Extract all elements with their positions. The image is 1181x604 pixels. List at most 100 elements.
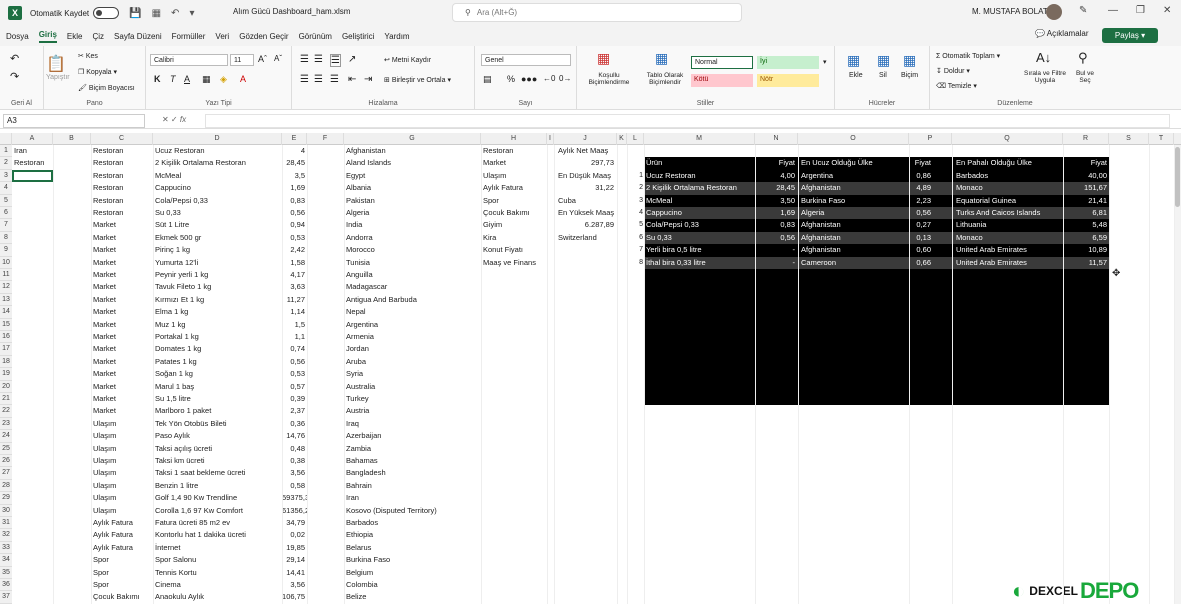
row-header-1[interactable]: 2 [0, 157, 12, 170]
dashboard-cell[interactable]: 40,00 [1063, 170, 1107, 182]
find-icon[interactable]: ⚲ [1078, 50, 1088, 66]
cell-price[interactable]: 0,56 [282, 207, 307, 219]
dashboard-cell[interactable]: 151,67 [1063, 182, 1107, 194]
scroll-thumb[interactable] [1175, 147, 1180, 207]
cell-price[interactable]: 3,63 [282, 281, 307, 293]
styles-more-icon[interactable]: ▾ [823, 58, 827, 66]
cell-item[interactable]: Cappucino [153, 182, 282, 194]
cell-item[interactable]: Tavuk Fileto 1 kg [153, 281, 282, 293]
align-right-icon[interactable]: ☰ [330, 74, 339, 85]
dashboard-cell[interactable]: 3,50 [755, 195, 795, 207]
dashboard-cell[interactable]: 1,69 [755, 207, 795, 219]
cell-country[interactable]: Morocco [344, 244, 481, 256]
cell-j2[interactable]: 297,73 [556, 157, 616, 169]
find-select-button[interactable]: Bul ve Seç [1072, 70, 1098, 84]
decrease-decimal-icon[interactable]: 0→ [559, 74, 571, 83]
row-header-5[interactable]: 6 [0, 207, 12, 220]
row-header-12[interactable]: 13 [0, 293, 12, 307]
align-top-icon[interactable]: ☰ [300, 54, 309, 65]
align-left-icon[interactable]: ☰ [300, 74, 309, 85]
cell-item[interactable]: Golf 1,4 90 Kw Trendline [153, 492, 282, 504]
cell-price[interactable]: 4,17 [282, 269, 307, 281]
row-header-31[interactable]: 32 [0, 529, 12, 542]
cell-price[interactable]: 29,14 [282, 554, 307, 566]
percent-icon[interactable]: % [507, 74, 515, 84]
cell-category[interactable]: Market [91, 269, 153, 281]
fill-color-icon[interactable]: ◈ [220, 74, 227, 85]
dashboard-cell[interactable]: 0,83 [755, 219, 795, 231]
style-good[interactable]: İyi [757, 56, 819, 69]
cell-country[interactable]: Turkey [344, 393, 481, 405]
cell-j3[interactable]: En Düşük Maaş [556, 170, 616, 182]
row-header-6[interactable]: 7 [0, 219, 12, 232]
cell-category[interactable]: Ulaşım [91, 492, 153, 504]
cell-h5[interactable]: Spor [481, 195, 547, 207]
cell-price[interactable]: 0,36 [282, 418, 307, 430]
column-header-17[interactable]: R [1063, 133, 1109, 145]
column-header-19[interactable]: T [1149, 133, 1174, 145]
shrink-font-icon[interactable]: Aˇ [274, 54, 282, 63]
cell-h10[interactable]: Maaş ve Finans [481, 257, 547, 269]
row-header-22[interactable]: 23 [0, 417, 12, 431]
row-header-2[interactable]: 3 [0, 169, 12, 183]
row-header-9[interactable]: 10 [0, 256, 12, 269]
format-cells-icon[interactable]: ▦ [903, 52, 916, 69]
dashboard-cell[interactable]: 0,86 [909, 170, 931, 182]
cell-country[interactable]: Tunisia [344, 257, 481, 269]
dashboard-cell[interactable]: Su 0,33 [646, 232, 752, 244]
cell-category[interactable]: Market [91, 319, 153, 331]
column-header-15[interactable]: P [909, 133, 952, 145]
orientation-icon[interactable]: ↗ [348, 54, 356, 65]
cell-price[interactable]: 2,37 [282, 405, 307, 417]
redo-icon[interactable]: ↷ [10, 70, 19, 83]
cell-category[interactable]: Restoran [91, 207, 153, 219]
dashboard-cell[interactable]: 6,59 [1063, 232, 1107, 244]
column-header-8[interactable]: I [547, 133, 554, 145]
cell-item[interactable]: Kırmızı Et 1 kg [153, 294, 282, 306]
cell-country[interactable]: Albania [344, 182, 481, 194]
cell-price[interactable]: 1,69 [282, 182, 307, 194]
dashboard-cell[interactable]: United Arab Emirates [956, 244, 1062, 256]
cell-h3[interactable]: Ulaşım [481, 170, 547, 182]
dashboard-cell[interactable]: 0,56 [909, 207, 931, 219]
cell-country[interactable]: Anguilla [344, 269, 481, 281]
menu-item-1[interactable]: Giriş [38, 30, 57, 43]
dashboard-cell[interactable]: Turks And Caicos Islands [956, 207, 1062, 219]
row-header-17[interactable]: 18 [0, 355, 12, 369]
comma-style-icon[interactable]: ●●● [521, 74, 537, 84]
row-header-21[interactable]: 22 [0, 405, 12, 418]
cell-country[interactable]: Bangladesh [344, 467, 481, 479]
dashboard-cell[interactable]: 28,45 [755, 182, 795, 194]
number-format-select[interactable]: Genel [481, 54, 571, 66]
cell-category[interactable]: Aylık Fatura [91, 529, 153, 541]
cell-price[interactable]: 0,94 [282, 219, 307, 231]
cell-price[interactable]: 0,57 [282, 381, 307, 393]
conditional-format-icon[interactable]: ▦ [597, 50, 610, 67]
cell-j5[interactable]: Cuba [556, 195, 616, 207]
row-header-23[interactable]: 24 [0, 430, 12, 443]
decrease-indent-icon[interactable]: ⇤ [348, 74, 356, 85]
cut-button[interactable]: ✂ Kes [78, 52, 98, 60]
cell-country[interactable]: Kosovo (Disputed Territory) [344, 505, 481, 517]
cell-category[interactable]: Ulaşım [91, 467, 153, 479]
cell-category[interactable]: Çocuk Bakımı [91, 591, 153, 603]
undo-icon[interactable]: ↶ [10, 52, 19, 65]
insert-cells-button[interactable]: Ekle [849, 72, 863, 79]
cell-price[interactable]: 1,1 [282, 331, 307, 343]
cell-country[interactable]: Afghanistan [344, 145, 481, 157]
cell-price[interactable]: 14,41 [282, 567, 307, 579]
column-header-7[interactable]: H [481, 133, 547, 145]
cell-item[interactable]: Su 1,5 litre [153, 393, 282, 405]
font-size-select[interactable]: 11 [230, 54, 254, 66]
cell-item[interactable]: Kontorlu hat 1 dakika ücreti [153, 529, 282, 541]
menu-item-5[interactable]: Formüller [172, 32, 206, 41]
cell-country[interactable]: Aruba [344, 356, 481, 368]
cell-category[interactable]: Market [91, 368, 153, 380]
dashboard-cell[interactable]: 0,60 [909, 244, 931, 256]
cell-item[interactable]: Paso Aylık [153, 430, 282, 442]
cell-h7[interactable]: Giyim [481, 219, 547, 231]
dashboard-cell[interactable]: Afghanistan [801, 182, 907, 194]
cell-category[interactable]: Ulaşım [91, 505, 153, 517]
dashboard-cell[interactable]: Burkina Faso [801, 195, 907, 207]
formula-input[interactable] [205, 114, 1170, 128]
